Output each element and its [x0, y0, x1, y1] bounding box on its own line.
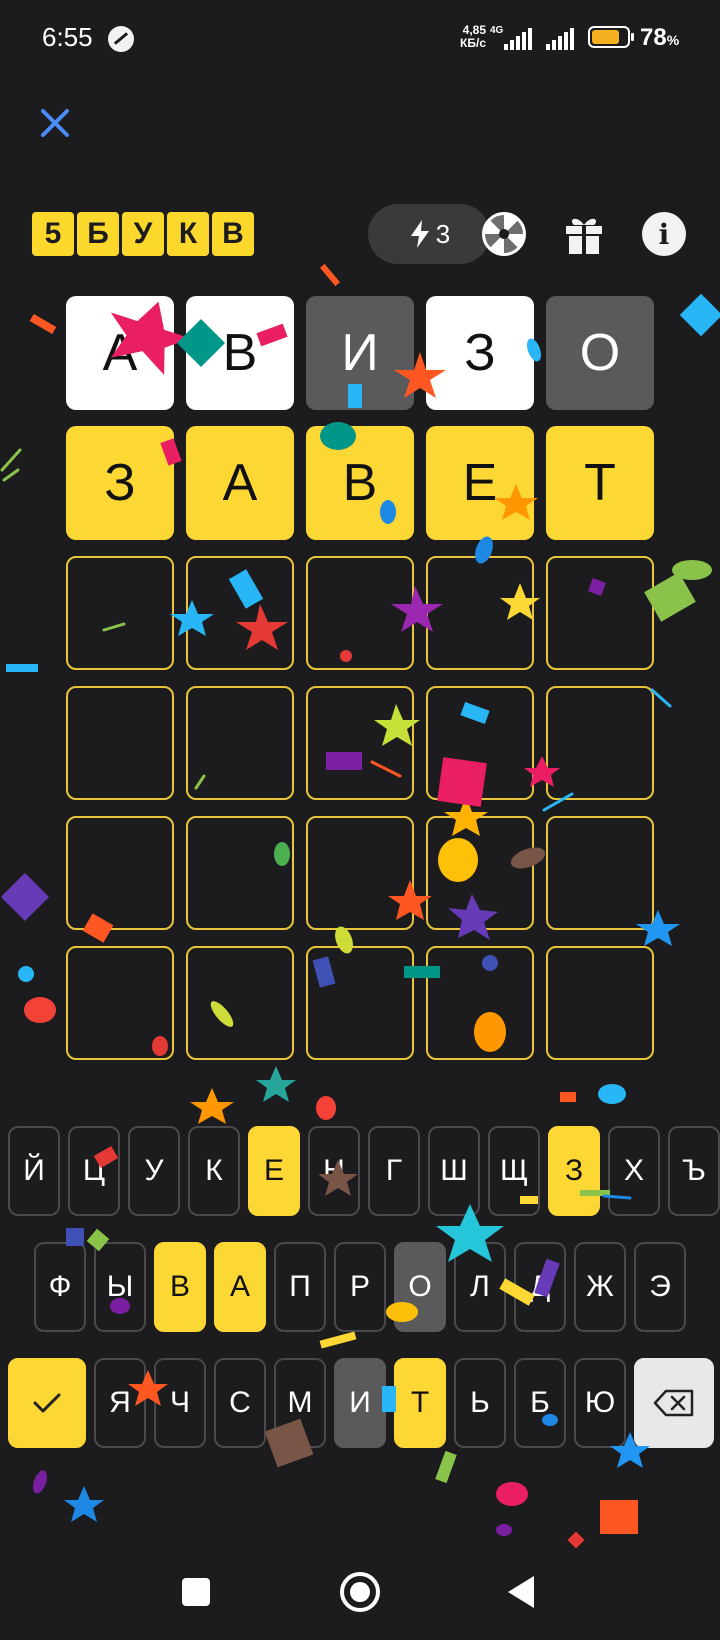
gift-icon[interactable]: [562, 212, 606, 256]
empty-tile: [426, 686, 534, 800]
empty-tile: [546, 556, 654, 670]
key[interactable]: У: [128, 1126, 180, 1216]
back-button[interactable]: [508, 1576, 534, 1608]
letter-tile: В: [306, 426, 414, 540]
letter-tile: З: [66, 426, 174, 540]
empty-tile: [306, 556, 414, 670]
empty-tile: [546, 946, 654, 1060]
empty-tile: [66, 556, 174, 670]
logo-letter: 5: [32, 212, 74, 256]
empty-tile: [546, 686, 654, 800]
game-board: АВИЗОЗАВЕТ: [66, 296, 654, 1060]
key[interactable]: Н: [308, 1126, 360, 1216]
letter-tile: А: [186, 426, 294, 540]
empty-tile: [546, 816, 654, 930]
empty-tile: [426, 816, 534, 930]
key[interactable]: П: [274, 1242, 326, 1332]
energy-count: 3: [435, 218, 451, 249]
key[interactable]: Щ: [488, 1126, 540, 1216]
signal-icon: [504, 28, 532, 50]
key[interactable]: Ш: [428, 1126, 480, 1216]
empty-tile: [186, 946, 294, 1060]
keyboard-row: ФЫВАПРОЛДЖЭ: [34, 1242, 686, 1332]
key[interactable]: К: [188, 1126, 240, 1216]
energy-button[interactable]: 3: [368, 204, 490, 264]
key[interactable]: Ч: [154, 1358, 206, 1448]
empty-tile: [306, 686, 414, 800]
status-bar: 6:55 4,85 КБ/с 4G 78%: [0, 0, 720, 80]
key[interactable]: Х: [608, 1126, 660, 1216]
key[interactable]: О: [394, 1242, 446, 1332]
battery-percent: 78%: [640, 24, 680, 51]
logo-letter: К: [167, 212, 209, 256]
signal-icon: [546, 28, 574, 50]
letter-tile: Е: [426, 426, 534, 540]
info-icon[interactable]: i: [642, 212, 686, 256]
enter-button[interactable]: [8, 1358, 86, 1448]
key[interactable]: Р: [334, 1242, 386, 1332]
battery-icon: [588, 26, 634, 48]
key[interactable]: Э: [634, 1242, 686, 1332]
logo-letter: У: [122, 212, 164, 256]
key[interactable]: Й: [8, 1126, 60, 1216]
key[interactable]: Л: [454, 1242, 506, 1332]
network-speed-unit: КБ/с: [460, 36, 486, 50]
letter-tile: И: [306, 296, 414, 410]
keyboard-row: ЙЦУКЕНГШЩЗХЪ: [8, 1126, 720, 1216]
key[interactable]: Ы: [94, 1242, 146, 1332]
empty-tile: [66, 686, 174, 800]
key[interactable]: М: [274, 1358, 326, 1448]
empty-tile: [186, 816, 294, 930]
key[interactable]: Ц: [68, 1126, 120, 1216]
letter-tile: З: [426, 296, 534, 410]
key[interactable]: З: [548, 1126, 600, 1216]
empty-tile: [306, 946, 414, 1060]
status-time: 6:55: [42, 22, 93, 52]
backspace-button[interactable]: [634, 1358, 714, 1448]
nfc-icon: [108, 26, 134, 52]
key[interactable]: Б: [514, 1358, 566, 1448]
empty-tile: [306, 816, 414, 930]
empty-tile: [426, 556, 534, 670]
key[interactable]: Я: [94, 1358, 146, 1448]
logo-letter: Б: [77, 212, 119, 256]
key[interactable]: С: [214, 1358, 266, 1448]
game-logo: 5БУКВ: [32, 212, 254, 256]
letter-tile: В: [186, 296, 294, 410]
key[interactable]: А: [214, 1242, 266, 1332]
key[interactable]: Г: [368, 1126, 420, 1216]
key[interactable]: Ф: [34, 1242, 86, 1332]
close-icon[interactable]: [38, 106, 72, 140]
key[interactable]: Ь: [454, 1358, 506, 1448]
key[interactable]: И: [334, 1358, 386, 1448]
fortune-wheel-icon[interactable]: [482, 212, 526, 256]
network-type: 4G: [490, 25, 504, 36]
home-button[interactable]: [340, 1572, 380, 1612]
empty-tile: [186, 686, 294, 800]
empty-tile: [426, 946, 534, 1060]
network-speed: 4,85 КБ/с: [450, 24, 486, 50]
key[interactable]: Д: [514, 1242, 566, 1332]
key[interactable]: В: [154, 1242, 206, 1332]
letter-tile: А: [66, 296, 174, 410]
letter-tile: Т: [546, 426, 654, 540]
keyboard-row: ЯЧСМИТЬБЮ: [8, 1358, 714, 1448]
checkmark-icon: [33, 1393, 61, 1413]
empty-tile: [66, 946, 174, 1060]
key[interactable]: Т: [394, 1358, 446, 1448]
logo-letter: В: [212, 212, 254, 256]
empty-tile: [66, 816, 174, 930]
key[interactable]: Ъ: [668, 1126, 720, 1216]
key[interactable]: Ю: [574, 1358, 626, 1448]
key[interactable]: Е: [248, 1126, 300, 1216]
recent-apps-button[interactable]: [182, 1578, 210, 1606]
empty-tile: [186, 556, 294, 670]
battery-level: [592, 30, 619, 44]
lightning-icon: [410, 220, 429, 248]
backspace-icon: [653, 1389, 694, 1417]
info-label: i: [658, 217, 670, 251]
letter-tile: О: [546, 296, 654, 410]
key[interactable]: Ж: [574, 1242, 626, 1332]
